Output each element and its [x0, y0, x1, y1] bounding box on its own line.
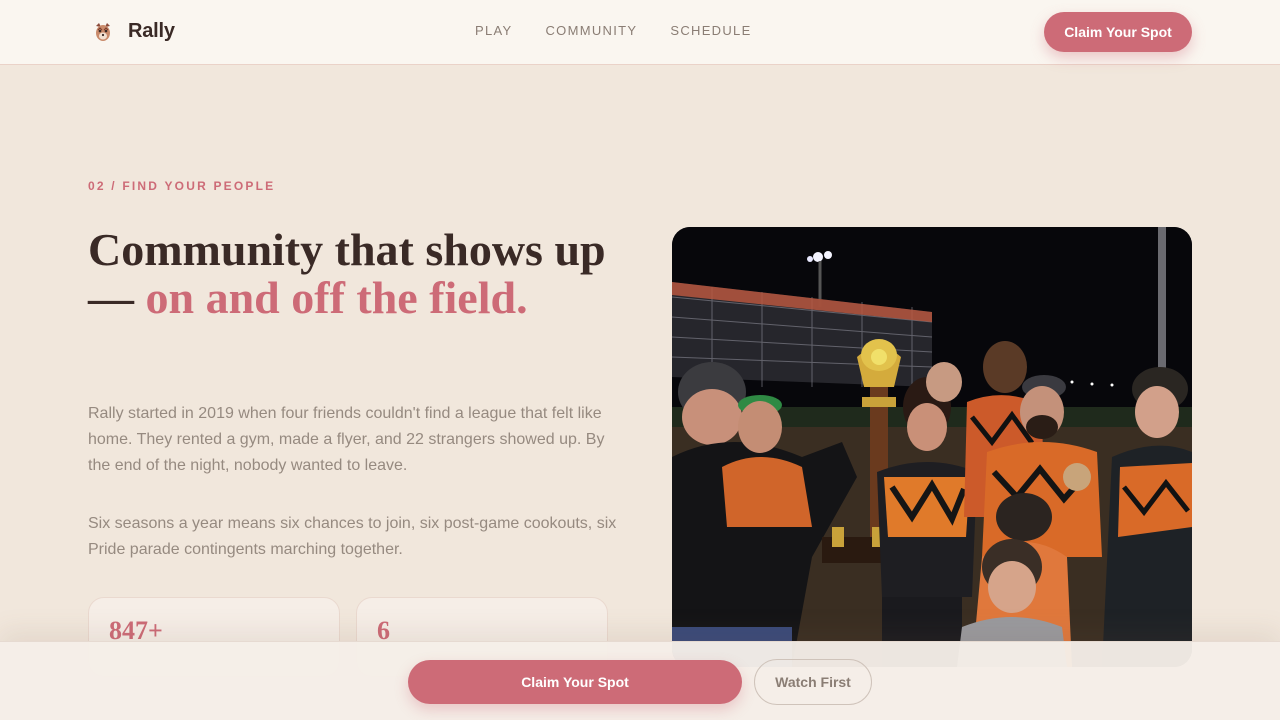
team-trophy-photo [672, 227, 1192, 667]
seasons-paragraph: Six seasons a year means six chances to … [88, 515, 617, 558]
nav-item-community[interactable]: COMMUNITY [545, 23, 637, 38]
photo-illustration [672, 227, 1192, 667]
brand-name: Rally [128, 20, 175, 42]
nav-item-play[interactable]: PLAY [475, 23, 512, 38]
headline-accent: on and off the field. [145, 272, 528, 323]
watch-first-button[interactable]: Watch First [754, 659, 872, 705]
main-nav: PLAY COMMUNITY SCHEDULE [475, 23, 752, 38]
site-header: Rally PLAY COMMUNITY SCHEDULE Claim Your… [0, 0, 1280, 65]
header-claim-spot-button[interactable]: Claim Your Spot [1044, 12, 1192, 52]
section-headline: Community that shows up — on and off the… [88, 226, 618, 322]
claim-spot-button[interactable]: Claim Your Spot [408, 660, 742, 704]
nav-item-schedule[interactable]: SCHEDULE [670, 23, 751, 38]
brand[interactable]: Rally [92, 20, 175, 43]
sticky-cta-bar: Claim Your Spot Watch First [0, 641, 1280, 720]
intro-paragraph: Rally started in 2019 when four friends … [88, 405, 605, 474]
team-mascot-icon [96, 22, 110, 41]
section-eyebrow: 02 / FIND YOUR PEOPLE [88, 179, 276, 193]
